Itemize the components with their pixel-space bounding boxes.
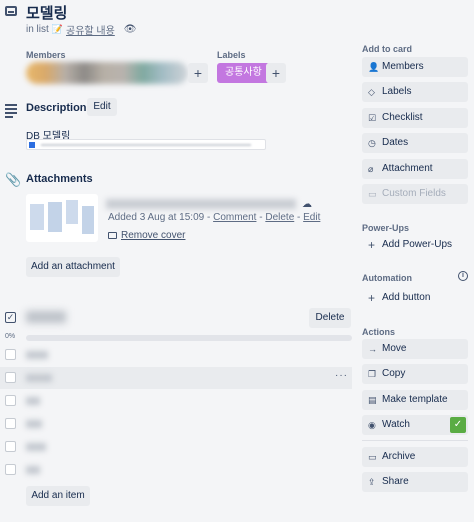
archive-icon: ▭	[368, 452, 377, 462]
add-button-button[interactable]: + Add button	[362, 288, 468, 308]
plus-icon: +	[368, 291, 376, 305]
add-item-button[interactable]: Add an item	[26, 486, 90, 506]
automation-heading: Automation	[362, 273, 412, 283]
card-icon	[5, 6, 17, 16]
card-list-info: in list 📝 공유할 내용 👁	[26, 22, 137, 37]
paperclip-icon: ⌀	[368, 164, 374, 174]
delete-checklist-button[interactable]: Delete	[309, 308, 351, 328]
copy-icon: ❐	[368, 369, 377, 379]
labels-heading: Labels	[217, 50, 246, 60]
checklist-icon: ☑	[368, 113, 377, 123]
checklist-item[interactable]	[0, 390, 352, 412]
checkbox[interactable]	[5, 464, 16, 475]
add-attachment-button[interactable]: Add an attachment	[26, 257, 120, 277]
info-icon[interactable]: i	[458, 271, 468, 281]
sidebar-attachment-button[interactable]: ⌀ Attachment	[362, 159, 468, 179]
checklist-icon: ✓	[5, 312, 16, 323]
checkbox[interactable]	[5, 418, 16, 429]
plus-icon: +	[193, 65, 203, 81]
eye-icon: ◉	[368, 420, 376, 430]
checklist-item[interactable]	[0, 436, 352, 458]
attachment-name[interactable]	[106, 199, 296, 209]
description-heading: Description	[26, 102, 87, 114]
add-power-ups-button[interactable]: + Add Power-Ups	[362, 235, 468, 255]
sidebar-copy-button[interactable]: ❐ Copy	[362, 364, 468, 384]
item-more-button[interactable]: ···	[335, 370, 348, 381]
arrow-right-icon: →	[368, 344, 377, 354]
plus-icon: +	[271, 65, 281, 81]
check-icon: ✓	[450, 417, 466, 433]
checklist-item[interactable]	[0, 413, 352, 435]
members-heading: Members	[26, 50, 66, 60]
attachment-thumbnail[interactable]	[26, 194, 98, 242]
sidebar-archive-button[interactable]: ▭ Archive	[362, 447, 468, 467]
sidebar-make-template-button[interactable]: ▤ Make template	[362, 390, 468, 410]
checklist-item[interactable]	[0, 459, 352, 481]
download-icon[interactable]: ☁	[302, 199, 312, 210]
label-chip[interactable]: 공통사항	[217, 63, 270, 83]
add-to-card-heading: Add to card	[362, 44, 413, 54]
link-icon	[29, 142, 35, 148]
list-emoji: 📝	[51, 24, 64, 34]
list-link[interactable]: 공유할 내용	[66, 22, 115, 37]
clock-icon: ◷	[368, 138, 376, 148]
person-icon: 👤	[368, 62, 380, 72]
template-icon: ▤	[368, 395, 377, 405]
checklist-item[interactable]	[0, 344, 352, 366]
checkbox[interactable]	[5, 441, 16, 452]
sidebar-labels-button[interactable]: ◇ Labels	[362, 82, 468, 102]
custom-fields-icon: ▭	[368, 189, 377, 199]
checkbox[interactable]	[5, 372, 16, 383]
card-title[interactable]: 모델링	[26, 2, 67, 23]
sidebar-watch-button[interactable]: ◉ Watch ✓	[362, 415, 468, 435]
checkbox[interactable]	[5, 395, 16, 406]
eye-icon: 👁	[123, 24, 137, 35]
description-icon	[5, 104, 17, 120]
share-icon: ⇪	[368, 477, 376, 487]
sidebar-share-button[interactable]: ⇪ Share	[362, 472, 468, 492]
checkbox[interactable]	[5, 349, 16, 360]
add-member-button[interactable]: +	[188, 63, 208, 83]
sidebar-members-button[interactable]: 👤 Members	[362, 57, 468, 77]
attachment-delete-link[interactable]: Delete	[265, 212, 294, 223]
checklist-progress-bar	[26, 335, 352, 341]
attachments-heading: Attachments	[26, 173, 93, 185]
sidebar-divider	[362, 440, 468, 441]
attachment-meta: Added 3 Aug at 15:09 - Comment - Delete …	[108, 212, 321, 223]
edit-description-button[interactable]: Edit	[87, 98, 117, 116]
add-label-button[interactable]: +	[266, 63, 286, 83]
remove-cover-link[interactable]: Remove cover	[108, 230, 185, 241]
sidebar-custom-fields-button[interactable]: ▭ Custom Fields	[362, 184, 468, 204]
actions-heading: Actions	[362, 327, 396, 337]
description-link-embed[interactable]	[26, 139, 266, 150]
attachment-comment-link[interactable]: Comment	[213, 212, 256, 223]
paperclip-icon: 📎	[5, 172, 22, 187]
sidebar-move-button[interactable]: → Move	[362, 339, 468, 359]
cover-icon	[108, 232, 117, 239]
plus-icon: +	[368, 238, 376, 252]
tag-icon: ◇	[368, 87, 375, 97]
sidebar-checklist-button[interactable]: ☑ Checklist	[362, 108, 468, 128]
power-ups-heading: Power-Ups	[362, 223, 410, 233]
checklist-progress-percent: 0%	[5, 333, 16, 340]
checklist-title[interactable]	[26, 311, 66, 323]
checklist-item[interactable]: ···	[0, 367, 352, 389]
member-avatars[interactable]	[26, 62, 188, 84]
sidebar-dates-button[interactable]: ◷ Dates	[362, 133, 468, 153]
attachment-edit-link[interactable]: Edit	[303, 212, 320, 223]
